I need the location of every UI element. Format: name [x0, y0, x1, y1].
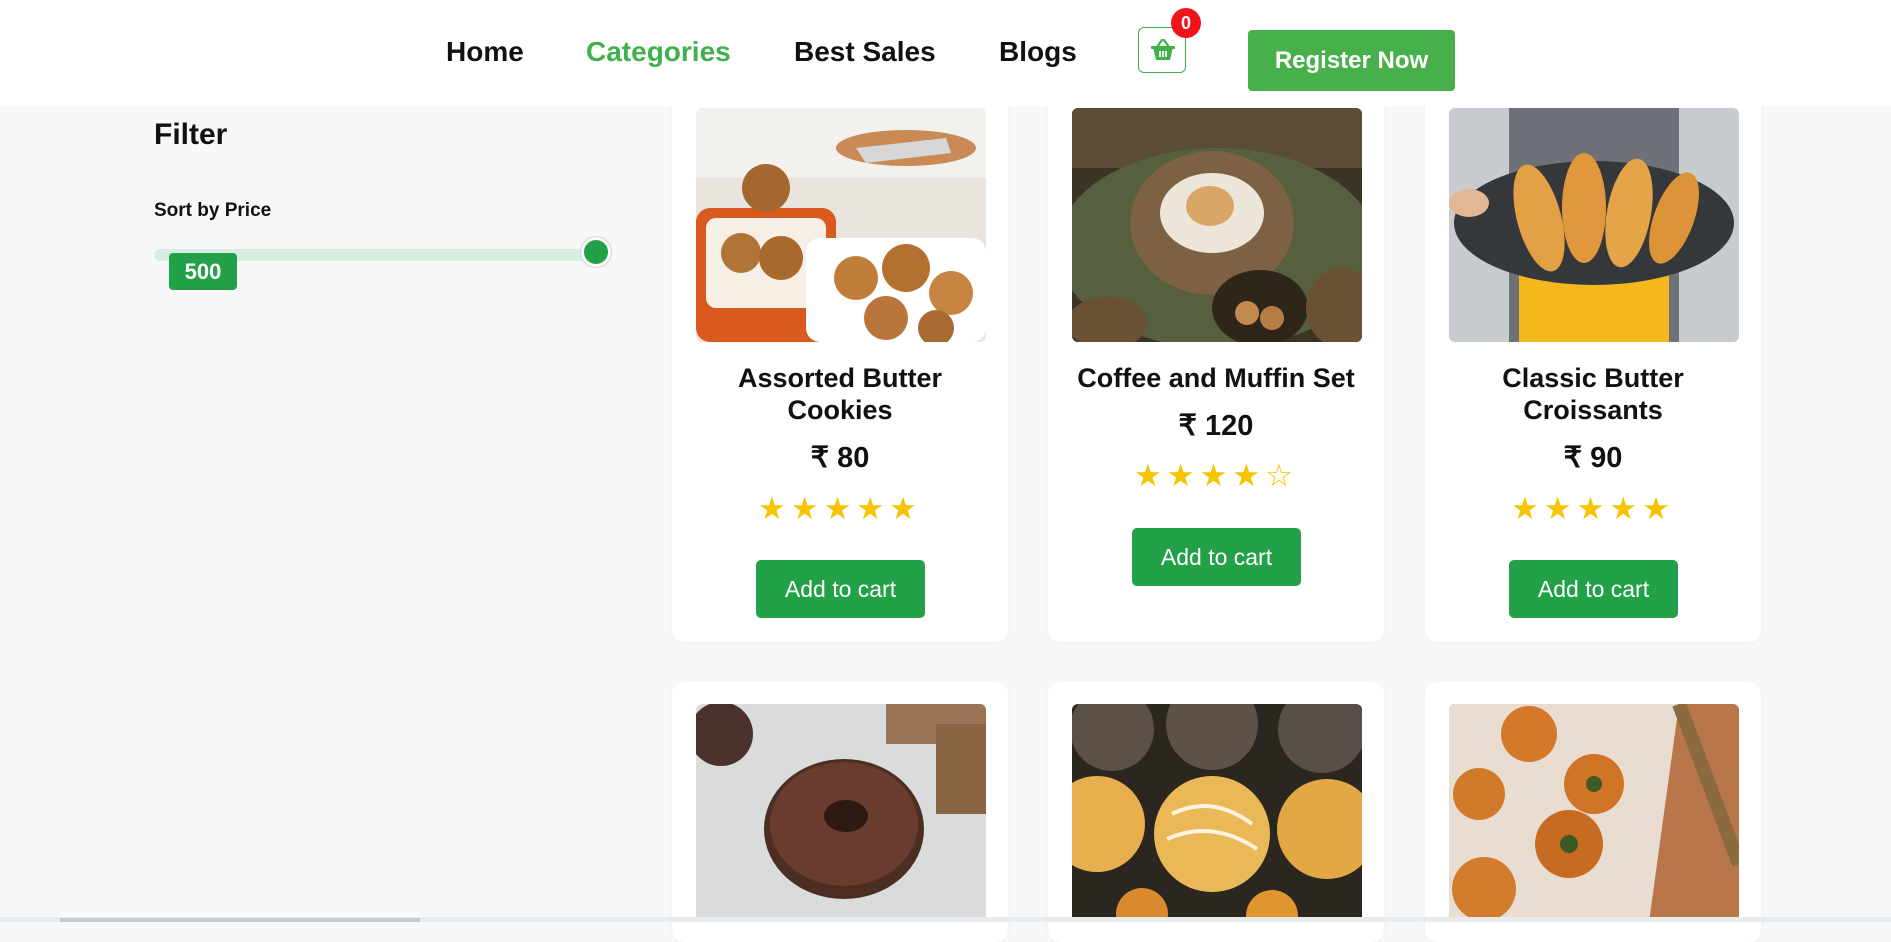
- price-slider-value: 500: [169, 253, 237, 290]
- horizontal-scrollbar-thumb[interactable]: [60, 918, 420, 922]
- price-slider-thumb[interactable]: [581, 237, 611, 267]
- nav-blogs[interactable]: Blogs: [999, 36, 1077, 68]
- rating-stars: ★★★★☆: [1134, 458, 1298, 494]
- nav-categories[interactable]: Categories: [586, 36, 731, 68]
- nav-home[interactable]: Home: [446, 36, 524, 68]
- sort-by-price-label: Sort by Price: [154, 200, 272, 221]
- product-image-cookies[interactable]: [696, 108, 986, 342]
- filter-title: Filter: [154, 118, 228, 151]
- basket-icon: [1151, 38, 1175, 60]
- product-image-cream-buns[interactable]: [1449, 704, 1739, 922]
- product-title: Coffee and Muffin Set: [1077, 363, 1355, 393]
- add-to-cart-button[interactable]: Add to cart: [756, 560, 925, 618]
- product-card: Coffee and Muffin Set ₹ 120 ★★★★☆ Add to…: [1048, 90, 1384, 642]
- register-now-button[interactable]: Register Now: [1248, 30, 1455, 91]
- top-navbar: Home Categories Best Sales Blogs 0 Regis…: [0, 0, 1891, 106]
- product-card: Classic Butter Croissants ₹ 90 ★★★★★ Add…: [1425, 90, 1761, 642]
- product-price: ₹ 80: [810, 442, 870, 474]
- product-card: Assorted Butter Cookies ₹ 80 ★★★★★ Add t…: [672, 90, 1008, 642]
- product-image-croissants[interactable]: [1449, 108, 1739, 342]
- product-title: Assorted Butter Cookies: [737, 363, 943, 425]
- product-image-coffee-muffin[interactable]: [1072, 108, 1362, 342]
- product-card: [672, 682, 1008, 942]
- product-image-chocolate-donut[interactable]: [696, 704, 986, 922]
- product-image-muffins[interactable]: [1072, 704, 1362, 922]
- cart-count-badge: 0: [1171, 8, 1201, 38]
- rating-stars: ★★★★★: [1511, 491, 1675, 527]
- product-title: Classic Butter Croissants: [1502, 363, 1684, 425]
- rating-stars: ★★★★★: [758, 491, 922, 527]
- product-card: [1048, 682, 1384, 942]
- add-to-cart-button[interactable]: Add to cart: [1509, 560, 1678, 618]
- product-price: ₹ 120: [1178, 410, 1254, 442]
- product-card: [1425, 682, 1761, 942]
- product-price: ₹ 90: [1563, 442, 1623, 474]
- nav-best-sales[interactable]: Best Sales: [794, 36, 936, 68]
- add-to-cart-button[interactable]: Add to cart: [1132, 528, 1301, 586]
